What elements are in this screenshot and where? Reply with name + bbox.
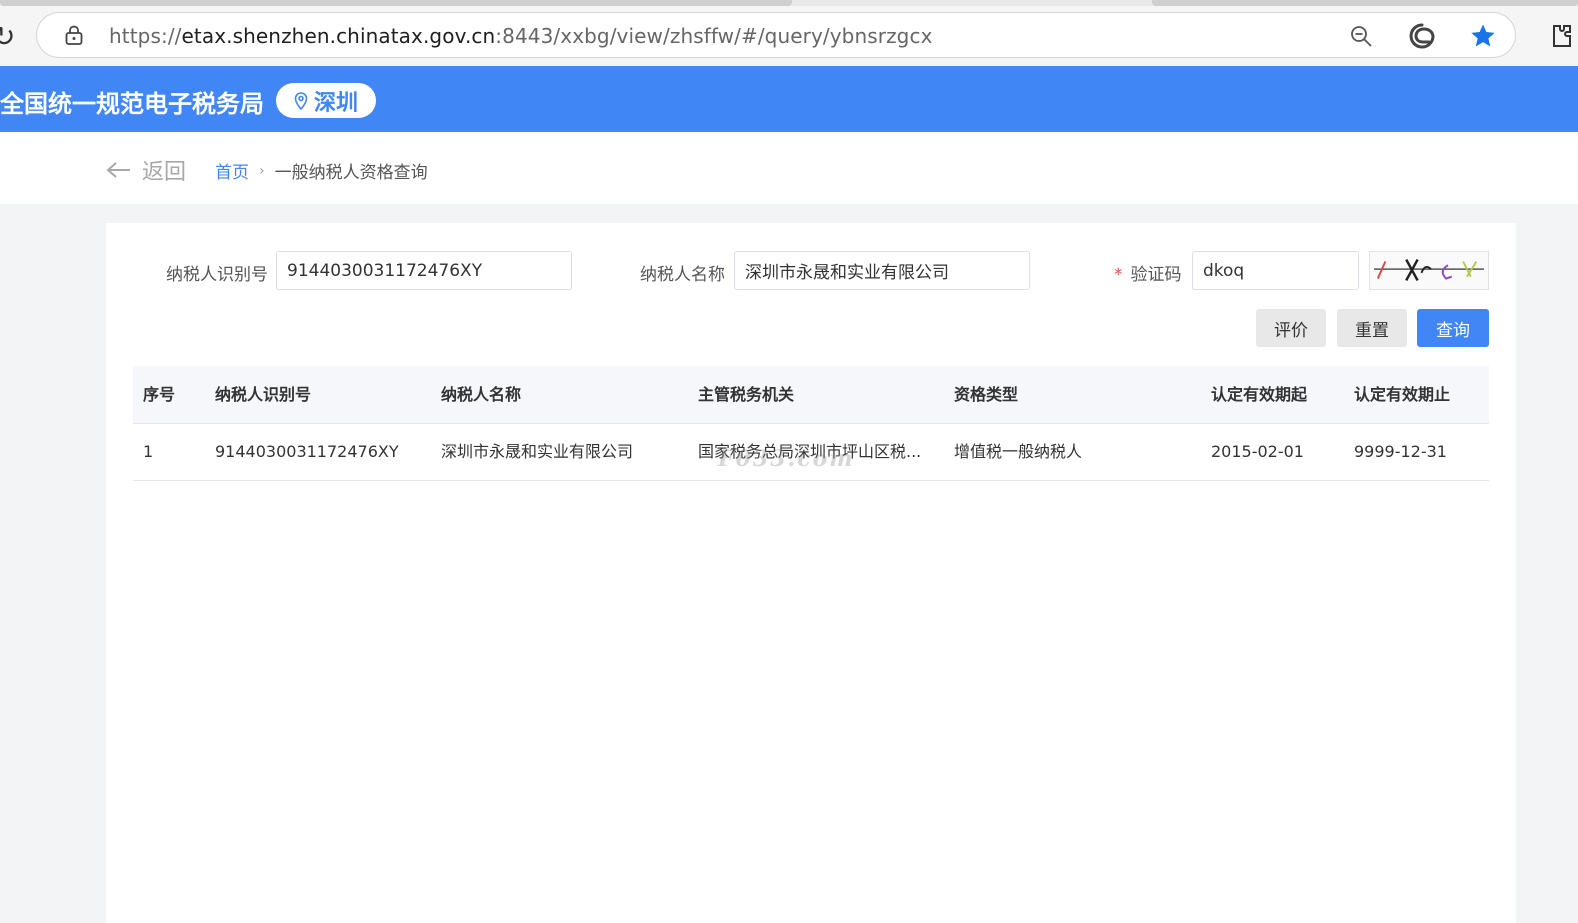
- site-header: 全国统一规范电子税务局 深圳: [0, 66, 1578, 132]
- reset-button[interactable]: 重置: [1337, 309, 1407, 347]
- url-path: :8443/xxbg/view/zhsffw/#/query/ybnsrzgcx: [495, 24, 933, 48]
- extensions-icon[interactable]: [1546, 22, 1574, 50]
- reload-icon[interactable]: ↻: [0, 20, 15, 53]
- column-header-qualification-type: 资格类型: [954, 385, 1019, 404]
- city-name: 深圳: [313, 90, 358, 116]
- browser-toolbar: ↻ https://etax.shenzhen.chinatax.gov.cn:…: [0, 0, 1578, 66]
- url-text[interactable]: https://etax.shenzhen.chinatax.gov.cn:84…: [109, 24, 933, 48]
- column-header-valid-to: 认定有效期止: [1354, 385, 1451, 404]
- table-header: 序号 纳税人识别号 纳税人名称 主管税务机关 资格类型 认定有效期起 认定有效期…: [133, 366, 1489, 424]
- cell-tax-authority: 国家税务总局深圳市坪山区税...: [698, 442, 922, 461]
- favorite-star-icon[interactable]: [1469, 22, 1497, 50]
- captcha-label-text: 验证码: [1130, 265, 1182, 285]
- required-mark: *: [1114, 265, 1123, 285]
- breadcrumb-current: 一般纳税人资格查询: [274, 163, 428, 183]
- tab-active-indicator[interactable]: [0, 0, 792, 6]
- evaluate-button[interactable]: 评价: [1256, 309, 1326, 347]
- cell-qualification-type: 增值税一般纳税人: [954, 442, 1083, 461]
- arrow-left-icon: [106, 162, 130, 178]
- taxpayer-id-input[interactable]: [276, 251, 572, 290]
- tab-inactive-indicator[interactable]: [1152, 0, 1578, 6]
- captcha-label: * 验证码: [1114, 260, 1182, 285]
- url-scheme: https://: [109, 24, 182, 48]
- column-header-taxpayer-name: 纳税人名称: [441, 385, 522, 404]
- query-panel: 纳税人识别号 纳税人名称 * 验证码 评价 重置 查询 序号 纳税人识别号 纳税人…: [106, 223, 1516, 923]
- cell-valid-from: 2015-02-01: [1211, 442, 1304, 461]
- query-button[interactable]: 查询: [1417, 309, 1489, 347]
- lock-icon[interactable]: [65, 25, 83, 45]
- cell-valid-to: 9999-12-31: [1354, 442, 1447, 461]
- back-label: 返回: [142, 160, 187, 185]
- url-host: etax.shenzhen.chinatax.gov.cn: [181, 24, 496, 48]
- zoom-out-icon[interactable]: [1349, 24, 1373, 48]
- cell-index: 1: [143, 442, 154, 461]
- site-title: 全国统一规范电子税务局: [0, 90, 264, 118]
- breadcrumb-bar: 返回 首页 › 一般纳税人资格查询: [0, 132, 1578, 204]
- results-table: 序号 纳税人识别号 纳税人名称 主管税务机关 资格类型 认定有效期起 认定有效期…: [133, 366, 1489, 481]
- breadcrumb: 首页 › 一般纳税人资格查询: [215, 158, 428, 184]
- table-row[interactable]: 1 9144030031172476XY 深圳市永晟和实业有限公司 国家税务总局…: [133, 424, 1489, 481]
- column-header-taxpayer-id: 纳税人识别号: [215, 385, 312, 404]
- address-bar[interactable]: https://etax.shenzhen.chinatax.gov.cn:84…: [36, 12, 1516, 58]
- column-header-tax-authority: 主管税务机关: [698, 385, 795, 404]
- column-header-index: 序号: [143, 385, 176, 404]
- edge-icon[interactable]: [1409, 23, 1435, 49]
- captcha-input[interactable]: [1192, 251, 1359, 290]
- taxpayer-id-label: 纳税人识别号: [166, 265, 268, 285]
- back-button[interactable]: 返回: [106, 154, 186, 186]
- location-pin-icon: [294, 91, 308, 110]
- captcha-image[interactable]: [1369, 251, 1489, 290]
- city-selector[interactable]: 深圳: [276, 83, 376, 118]
- column-header-valid-from: 认定有效期起: [1211, 385, 1308, 404]
- chevron-right-icon: ›: [259, 162, 265, 179]
- taxpayer-name-input[interactable]: [734, 251, 1030, 290]
- cell-taxpayer-id: 9144030031172476XY: [215, 442, 399, 461]
- breadcrumb-home-link[interactable]: 首页: [215, 158, 249, 183]
- cell-taxpayer-name: 深圳市永晟和实业有限公司: [441, 442, 634, 461]
- taxpayer-name-label: 纳税人名称: [640, 265, 725, 285]
